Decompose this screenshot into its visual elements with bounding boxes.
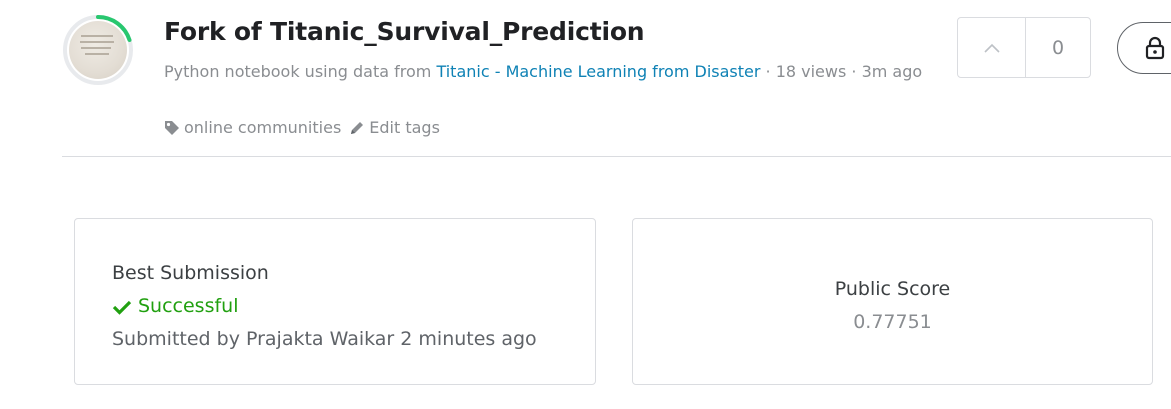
header-divider bbox=[62, 156, 1171, 157]
meta-suffix: · 18 views · 3m ago bbox=[760, 62, 923, 81]
pencil-icon bbox=[351, 121, 364, 134]
submitted-by-text: Submitted by Prajakta Waikar 2 minutes a… bbox=[112, 328, 537, 350]
tag-row: online communities Edit tags bbox=[164, 118, 440, 137]
lock-icon bbox=[1145, 36, 1165, 60]
vote-widget: 0 bbox=[957, 17, 1091, 78]
notebook-title: Fork of Titanic_Survival_Prediction bbox=[164, 17, 645, 46]
notebook-meta: Python notebook using data from Titanic … bbox=[164, 56, 944, 88]
best-submission-card: Best Submission Successful Submitted by … bbox=[74, 218, 596, 385]
avatar-image bbox=[69, 21, 127, 79]
submission-status-text: Successful bbox=[138, 295, 239, 317]
public-score-card: Public Score 0.77751 bbox=[632, 218, 1153, 385]
best-submission-label: Best Submission bbox=[112, 262, 269, 284]
public-score-value: 0.77751 bbox=[853, 311, 932, 333]
tag-icon bbox=[165, 120, 179, 135]
dataset-link[interactable]: Titanic - Machine Learning from Disaster bbox=[436, 62, 760, 81]
tag-online-communities[interactable]: online communities bbox=[184, 118, 341, 137]
privacy-lock-button[interactable] bbox=[1117, 22, 1171, 74]
edit-tags-button[interactable]: Edit tags bbox=[349, 118, 440, 137]
meta-prefix: Python notebook using data from bbox=[164, 62, 437, 81]
edit-tags-label: Edit tags bbox=[369, 118, 440, 137]
author-avatar[interactable] bbox=[62, 14, 134, 86]
submission-status: Successful bbox=[112, 290, 595, 323]
upvote-button[interactable] bbox=[958, 18, 1026, 77]
check-icon bbox=[112, 300, 132, 315]
chevron-up-icon bbox=[983, 43, 1000, 53]
vote-count: 0 bbox=[1051, 36, 1065, 59]
public-score-label: Public Score bbox=[834, 278, 951, 300]
